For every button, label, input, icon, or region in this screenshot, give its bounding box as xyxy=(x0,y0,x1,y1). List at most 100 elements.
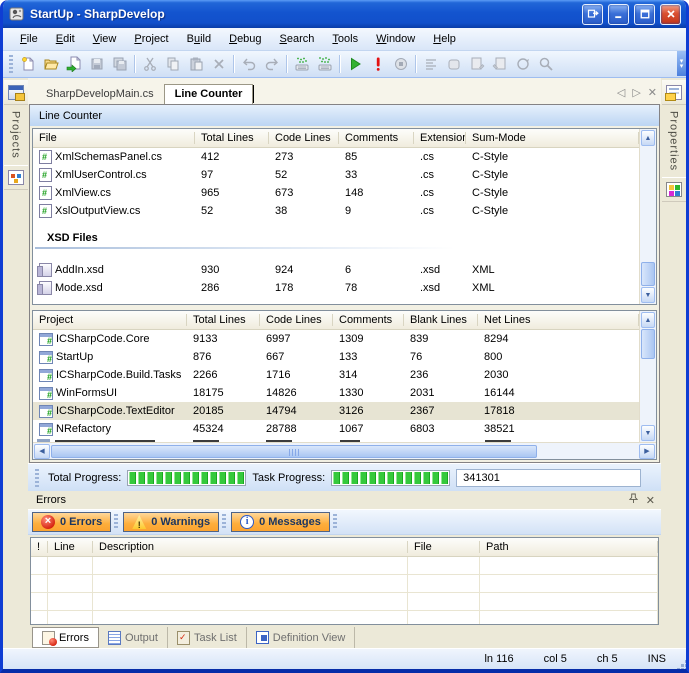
column-header[interactable]: Extension xyxy=(414,129,466,147)
projects-table-hscrollbar[interactable]: ◀ ▶ xyxy=(33,442,656,459)
progress-grip[interactable] xyxy=(35,469,39,487)
column-header[interactable]: Code Lines xyxy=(260,311,333,329)
column-header[interactable]: Net Lines xyxy=(478,311,639,329)
project-row[interactable]: StartUp 876 667 133 76 800 xyxy=(33,348,639,366)
run-icon[interactable] xyxy=(343,53,366,76)
refresh-icon[interactable] xyxy=(511,53,534,76)
resize-grip-icon[interactable] xyxy=(681,664,684,667)
document-tab[interactable]: Line Counter xyxy=(164,84,254,104)
column-header[interactable]: Description xyxy=(93,538,408,556)
minimize-button[interactable] xyxy=(608,4,629,25)
menu-item[interactable]: Build xyxy=(178,30,220,48)
undo-icon[interactable] xyxy=(237,53,260,76)
cut-icon[interactable] xyxy=(138,53,161,76)
bottom-tab[interactable]: Definition View xyxy=(247,627,356,648)
format-box-icon[interactable] xyxy=(442,53,465,76)
filter-toggle-button[interactable]: 0 Errors xyxy=(32,512,111,532)
toolbar-grip[interactable] xyxy=(9,55,13,73)
open-file-icon[interactable] xyxy=(62,53,85,76)
open-folder-icon[interactable] xyxy=(39,53,62,76)
save-icon[interactable] xyxy=(85,53,108,76)
tab-scroll-right-icon[interactable]: ▷ xyxy=(632,86,640,99)
abort-icon[interactable] xyxy=(366,53,389,76)
hscroll-thumb[interactable] xyxy=(51,445,537,458)
properties-strip-label[interactable]: Properties xyxy=(668,105,680,177)
classes-tab[interactable] xyxy=(4,165,28,190)
bottom-tab[interactable]: Task List xyxy=(168,627,247,648)
bottom-tab[interactable]: Errors xyxy=(32,627,99,648)
properties-tab[interactable] xyxy=(662,80,686,105)
close-button[interactable] xyxy=(660,4,681,25)
scroll-up-icon[interactable]: ▲ xyxy=(641,130,655,146)
menu-item[interactable]: Edit xyxy=(47,30,84,48)
column-header[interactable]: File xyxy=(33,129,195,147)
menu-item[interactable]: File xyxy=(11,30,47,48)
column-header[interactable]: Total Lines xyxy=(195,129,269,147)
column-header[interactable]: Sum-Mode xyxy=(466,129,639,147)
project-row[interactable]: NRefactory 45324 28788 1067 6803 38521 xyxy=(33,420,639,438)
file-row[interactable]: XmlView.cs 965 673 148 .cs C-Style xyxy=(33,184,639,202)
file-row[interactable]: XslOutputView.cs 52 38 9 .cs C-Style xyxy=(33,202,639,220)
tab-close-icon[interactable]: ✕ xyxy=(648,86,657,99)
search-icon[interactable] xyxy=(534,53,557,76)
filter-toggle-button[interactable]: 0 Warnings xyxy=(123,512,219,532)
project-row[interactable]: ICSharpCode.Build.Tasks 2266 1716 314 23… xyxy=(33,366,639,384)
comment-region-icon[interactable] xyxy=(465,53,488,76)
project-row[interactable]: WinFormsUI 18175 14826 1330 2031 16144 xyxy=(33,384,639,402)
new-file-icon[interactable] xyxy=(16,53,39,76)
project-row[interactable]: ICSharpCode.TextEditor 20185 14794 3126 … xyxy=(33,402,639,420)
scroll-up-icon[interactable]: ▲ xyxy=(641,312,655,328)
file-row[interactable]: XmlUserControl.cs 97 52 33 .cs C-Style xyxy=(33,166,639,184)
file-row[interactable]: XmlSchemasPanel.cs 412 273 85 .cs C-Styl… xyxy=(33,148,639,166)
bottom-tab[interactable]: Output xyxy=(99,627,168,648)
column-header[interactable]: File xyxy=(408,538,480,556)
build-icon[interactable] xyxy=(290,53,313,76)
toolbar-overflow-button[interactable]: ▾▾ xyxy=(677,51,686,76)
column-header[interactable]: Comments xyxy=(339,129,414,147)
column-header[interactable]: ! xyxy=(31,538,48,556)
menu-item[interactable]: Window xyxy=(367,30,424,48)
projects-table-scrollbar[interactable]: ▲ ▼ xyxy=(639,311,656,442)
paste-icon[interactable] xyxy=(184,53,207,76)
column-header[interactable]: Blank Lines xyxy=(404,311,478,329)
toolbox-tab[interactable] xyxy=(662,177,686,202)
column-header[interactable]: Path xyxy=(480,538,658,556)
rebuild-all-icon[interactable] xyxy=(313,53,336,76)
redo-icon[interactable] xyxy=(260,53,283,76)
column-header[interactable]: Comments xyxy=(333,311,404,329)
scroll-left-icon[interactable]: ◀ xyxy=(34,444,50,459)
project-row[interactable]: ICSharpCode.Core 9133 6997 1309 839 8294 xyxy=(33,330,639,348)
file-row[interactable]: AddIn.xsd 930 924 6 .xsd XML xyxy=(33,261,639,279)
tab-scroll-left-icon[interactable]: ◁ xyxy=(617,86,625,99)
projects-tab[interactable] xyxy=(4,80,28,105)
panel-close-icon[interactable]: ✕ xyxy=(646,494,655,507)
files-table-scrollbar[interactable]: ▲ ▼ xyxy=(639,129,656,304)
scroll-thumb[interactable] xyxy=(641,262,655,286)
stop-icon[interactable] xyxy=(389,53,412,76)
maximize-button[interactable] xyxy=(634,4,655,25)
sort-lines-icon[interactable] xyxy=(419,53,442,76)
scroll-right-icon[interactable]: ▶ xyxy=(639,444,655,459)
delete-icon[interactable] xyxy=(207,53,230,76)
menu-item[interactable]: Help xyxy=(424,30,465,48)
scroll-down-icon[interactable]: ▼ xyxy=(641,287,655,303)
menu-item[interactable]: Search xyxy=(271,30,324,48)
file-row[interactable]: Mode.xsd 286 178 78 .xsd XML xyxy=(33,279,639,297)
menu-item[interactable]: Debug xyxy=(220,30,270,48)
fullscreen-button[interactable] xyxy=(582,4,603,25)
menu-item[interactable]: Tools xyxy=(323,30,367,48)
copy-icon[interactable] xyxy=(161,53,184,76)
uncomment-region-icon[interactable] xyxy=(488,53,511,76)
column-header[interactable]: Line xyxy=(48,538,93,556)
document-tab[interactable]: SharpDevelopMain.cs xyxy=(36,85,164,104)
pin-icon[interactable] xyxy=(629,493,638,507)
column-header[interactable]: Project xyxy=(33,311,187,329)
scroll-thumb[interactable] xyxy=(641,329,655,359)
menu-item[interactable]: Project xyxy=(125,30,177,48)
column-header[interactable]: Code Lines xyxy=(269,129,339,147)
scroll-down-icon[interactable]: ▼ xyxy=(641,425,655,441)
column-header[interactable]: Total Lines xyxy=(187,311,260,329)
save-all-icon[interactable] xyxy=(108,53,131,76)
projects-strip-label[interactable]: Projects xyxy=(10,105,22,165)
filter-toggle-button[interactable]: 0 Messages xyxy=(231,512,330,532)
